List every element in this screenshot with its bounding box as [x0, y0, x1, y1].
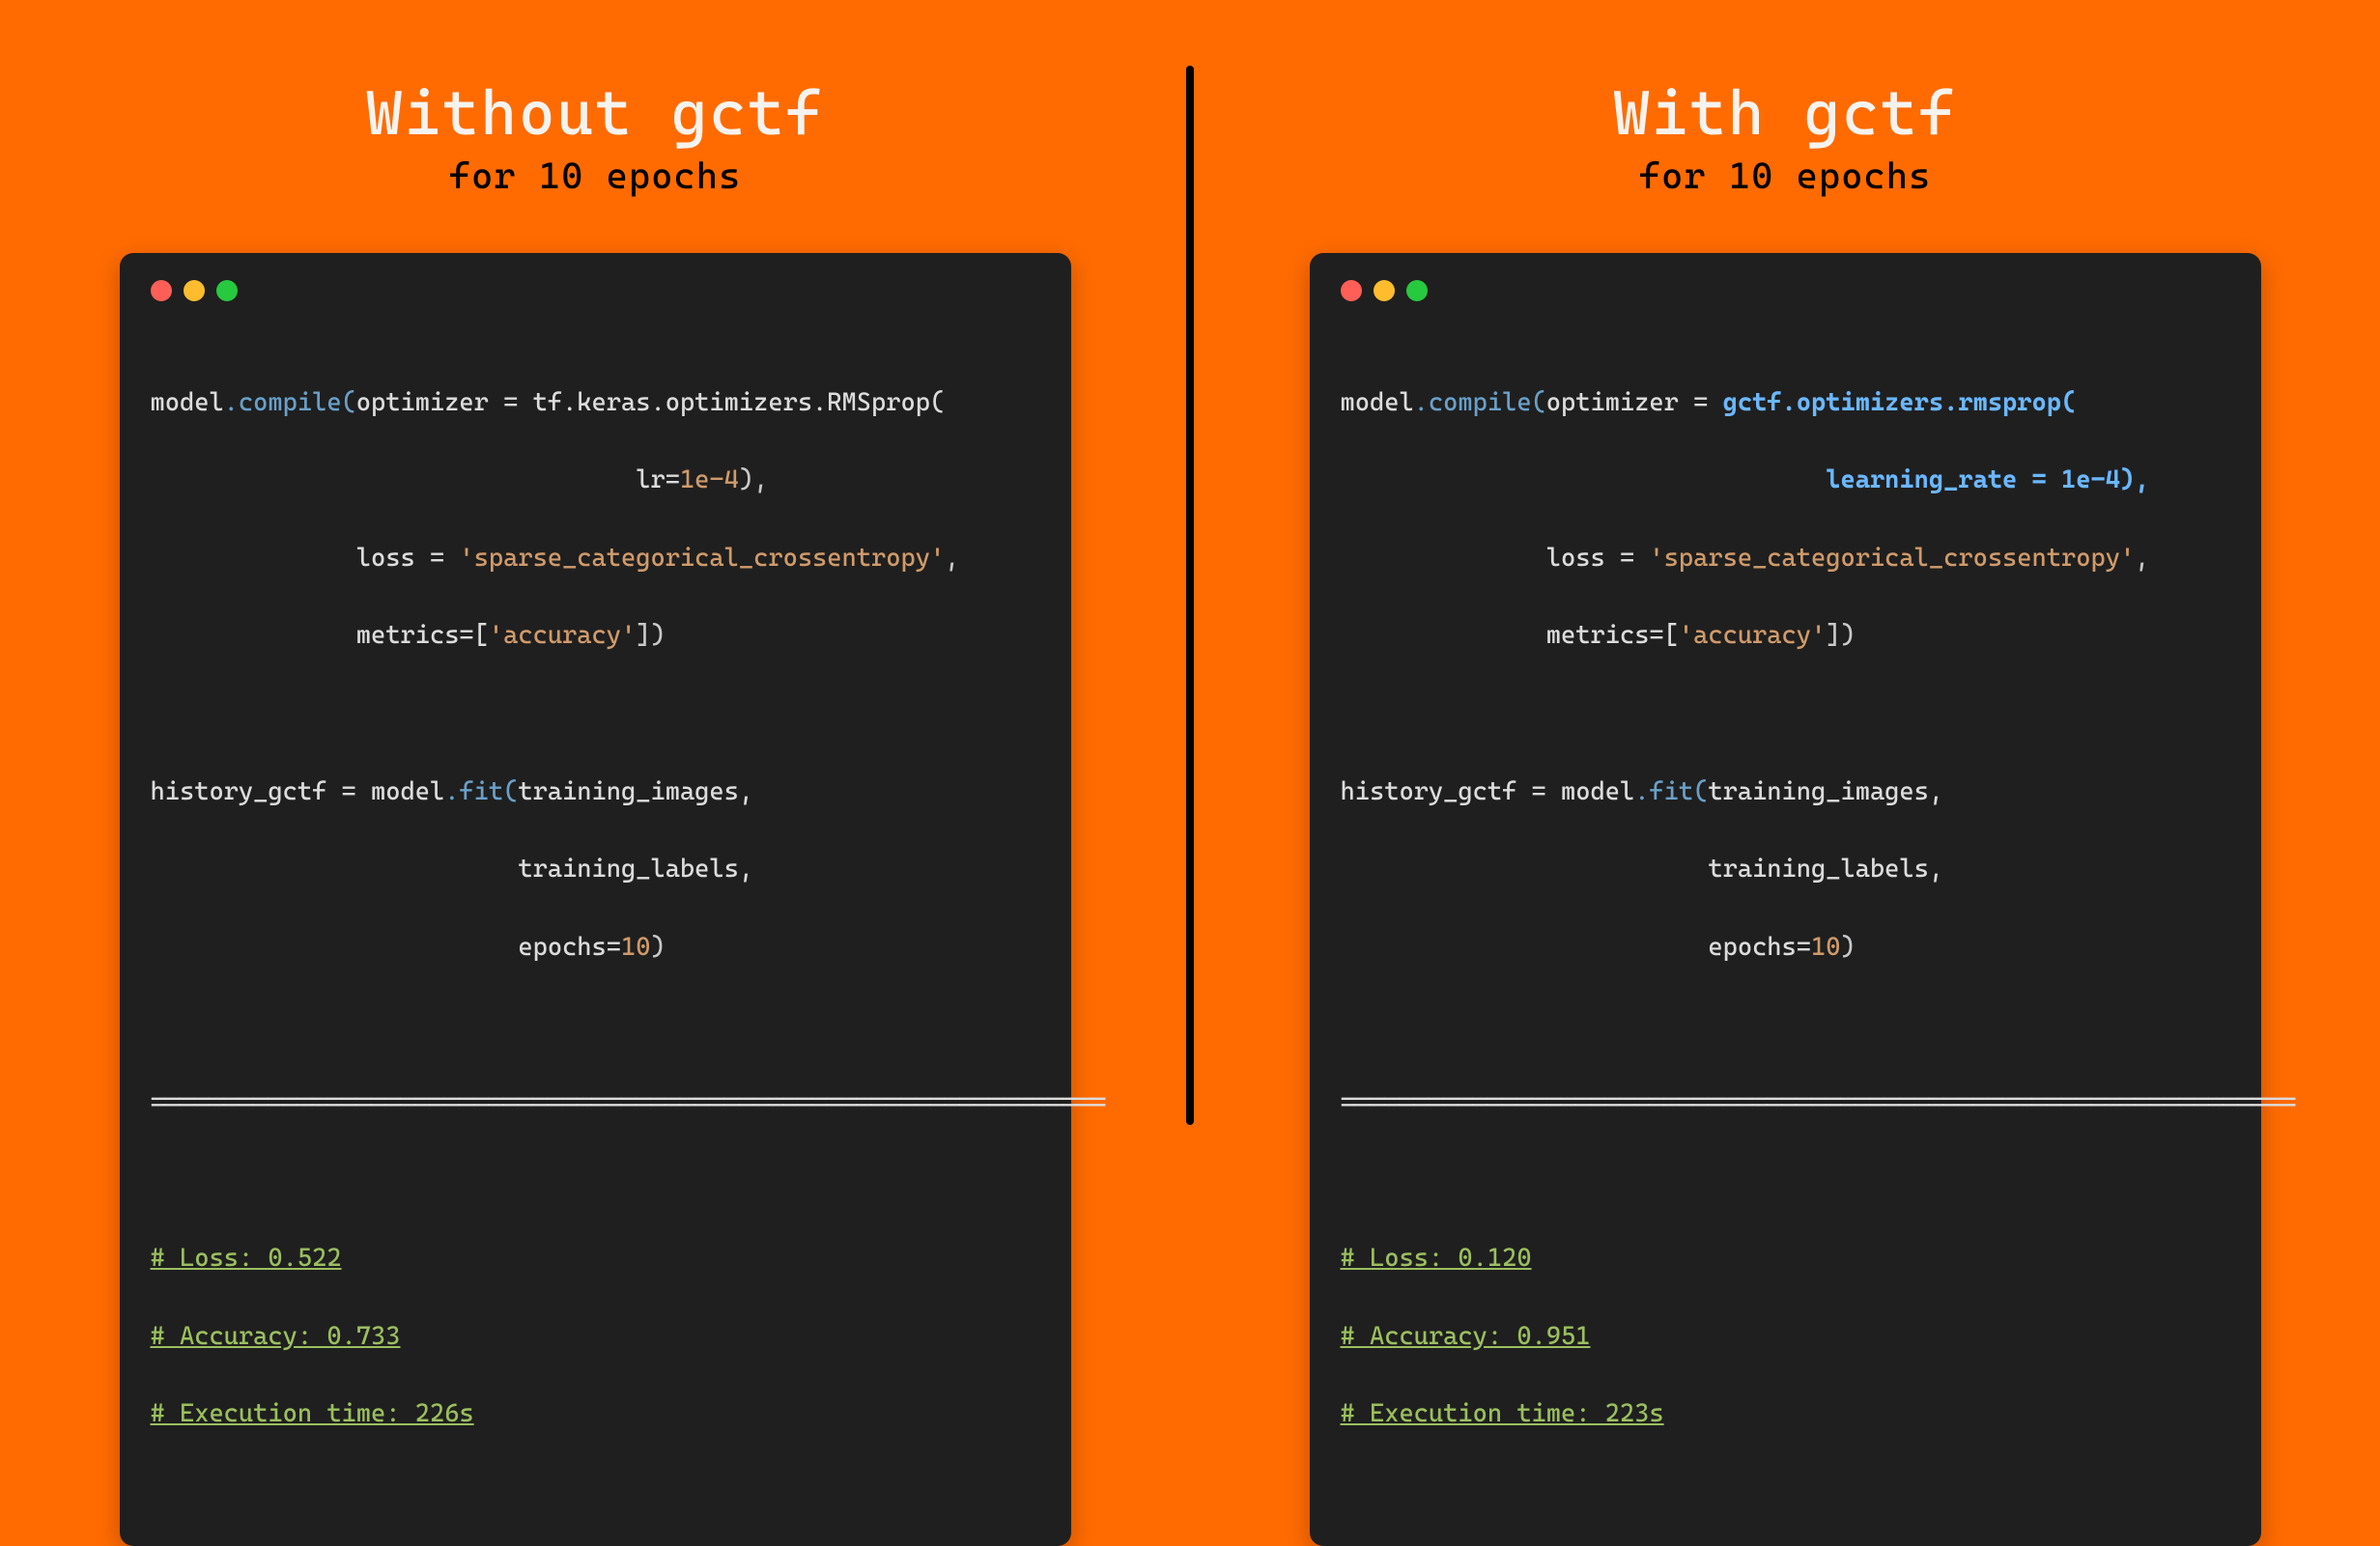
code-token: epochs= — [151, 933, 622, 962]
result-accuracy: # Accuracy: 0.951 — [1341, 1322, 1591, 1351]
maximize-icon — [1406, 280, 1428, 301]
code-token: model — [151, 388, 224, 417]
code-token: 'sparse_categorical_crossentropy' — [459, 544, 945, 573]
result-accuracy: # Accuracy: 0.733 — [151, 1322, 401, 1351]
code-token: 1e-4 — [680, 465, 739, 494]
code-token: ) — [650, 933, 665, 962]
code-token: metrics=[ — [151, 621, 489, 650]
code-token: training_labels, — [151, 855, 754, 884]
code-token: training_labels, — [1341, 855, 1944, 884]
code-token: 10 — [1811, 933, 1840, 962]
code-token: , — [945, 544, 959, 573]
code-token: ]) — [1826, 621, 1855, 650]
code-token: history_gctf = model — [1341, 777, 1635, 806]
code-token: 10 — [621, 933, 650, 962]
code-token: .fit( — [1634, 777, 1708, 806]
right-code: model.compile(optimizer = gctf.optimizer… — [1341, 344, 2230, 1511]
code-token: optimizer = — [1546, 388, 1723, 417]
right-column: With gctf for 10 epochs model.compile(op… — [1190, 0, 2380, 1191]
code-token: ), — [739, 465, 768, 494]
code-separator: ========================================… — [1341, 1088, 2297, 1117]
left-subtitle: for 10 epochs — [449, 155, 741, 197]
code-separator: ========================================… — [151, 1088, 1107, 1117]
code-token: .fit( — [444, 777, 518, 806]
code-token: model — [1341, 388, 1414, 417]
code-token: loss = — [151, 544, 460, 573]
code-token: loss = — [1341, 544, 1650, 573]
minimize-icon — [1374, 280, 1395, 301]
code-token: training_images, — [518, 777, 753, 806]
code-token: training_images, — [1708, 777, 1943, 806]
result-loss: # Loss: 0.522 — [151, 1244, 342, 1273]
code-token: ) — [1840, 933, 1855, 962]
close-icon — [151, 280, 172, 301]
code-token: ]) — [636, 621, 665, 650]
result-exec-time: # Execution time: 226s — [151, 1399, 474, 1428]
code-token: history_gctf = model — [151, 777, 445, 806]
left-column: Without gctf for 10 epochs model.compile… — [0, 0, 1190, 1191]
vertical-divider — [1186, 66, 1194, 1125]
maximize-icon — [216, 280, 238, 301]
result-loss: # Loss: 0.120 — [1341, 1244, 1532, 1273]
code-token-highlight: learning_rate = 1e-4), — [1826, 465, 2149, 494]
right-title: With gctf — [1613, 79, 1957, 147]
left-title: Without gctf — [366, 79, 824, 147]
comparison-page: Without gctf for 10 epochs model.compile… — [0, 0, 2380, 1191]
code-token: .compile( — [1414, 388, 1546, 417]
code-token: lr= — [151, 465, 680, 494]
window-controls — [151, 280, 1040, 301]
code-token: .compile( — [224, 388, 356, 417]
result-exec-time: # Execution time: 223s — [1341, 1399, 1664, 1428]
right-terminal: model.compile(optimizer = gctf.optimizer… — [1310, 253, 2261, 1546]
code-token: optimizer = tf.keras.optimizers.RMSprop( — [356, 388, 945, 417]
code-token-highlight: gctf.optimizers.rmsprop( — [1723, 388, 2077, 417]
left-code: model.compile(optimizer = tf.keras.optim… — [151, 344, 1040, 1511]
code-token — [1341, 465, 1827, 494]
minimize-icon — [184, 280, 205, 301]
code-token: 'accuracy' — [489, 621, 636, 650]
code-token: epochs= — [1341, 933, 1812, 962]
right-subtitle: for 10 epochs — [1639, 155, 1931, 197]
left-terminal: model.compile(optimizer = tf.keras.optim… — [120, 253, 1071, 1546]
code-token: metrics=[ — [1341, 621, 1679, 650]
window-controls — [1341, 280, 2230, 301]
code-token: 'accuracy' — [1679, 621, 1826, 650]
code-token: 'sparse_categorical_crossentropy' — [1649, 544, 2135, 573]
code-token: , — [2135, 544, 2149, 573]
close-icon — [1341, 280, 1362, 301]
